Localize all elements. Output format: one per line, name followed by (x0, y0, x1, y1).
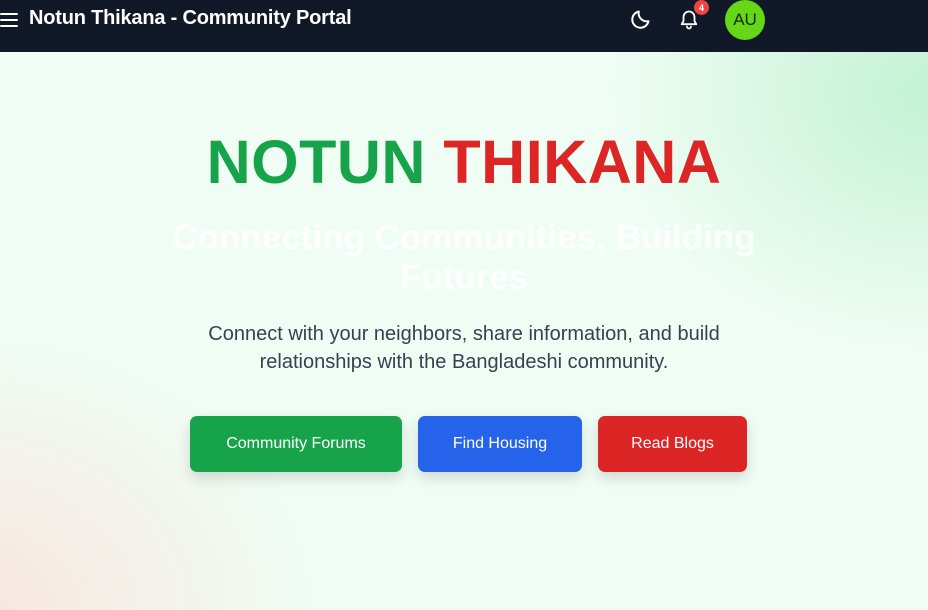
hamburger-menu-icon[interactable] (0, 11, 20, 29)
read-blogs-button[interactable]: Read Blogs (598, 416, 747, 472)
hero-title-notun: NOTUN (206, 128, 426, 196)
community-forums-button[interactable]: Community Forums (190, 416, 402, 472)
hero-description: Connect with your neighbors, share infor… (208, 323, 720, 373)
top-navigation-bar: Notun Thikana - Community Portal 4 AU (0, 0, 928, 52)
hero-subtitle: Connecting Communities, Building Futures (172, 218, 756, 297)
notification-count-badge: 4 (694, 0, 709, 15)
menu-line (0, 13, 18, 15)
app-title: Notun Thikana - Community Portal (29, 7, 352, 29)
hero-title: NOTUN THIKANA (0, 127, 928, 197)
hero-title-thikana: THIKANA (443, 128, 722, 196)
find-housing-button[interactable]: Find Housing (418, 416, 582, 472)
moon-icon-graphic (631, 10, 650, 29)
hero-section: NOTUN THIKANA Connecting Communities, Bu… (0, 52, 928, 610)
menu-line (0, 25, 18, 27)
user-avatar[interactable]: AU (725, 0, 765, 40)
moon-icon[interactable] (628, 6, 654, 32)
menu-line (0, 19, 18, 21)
